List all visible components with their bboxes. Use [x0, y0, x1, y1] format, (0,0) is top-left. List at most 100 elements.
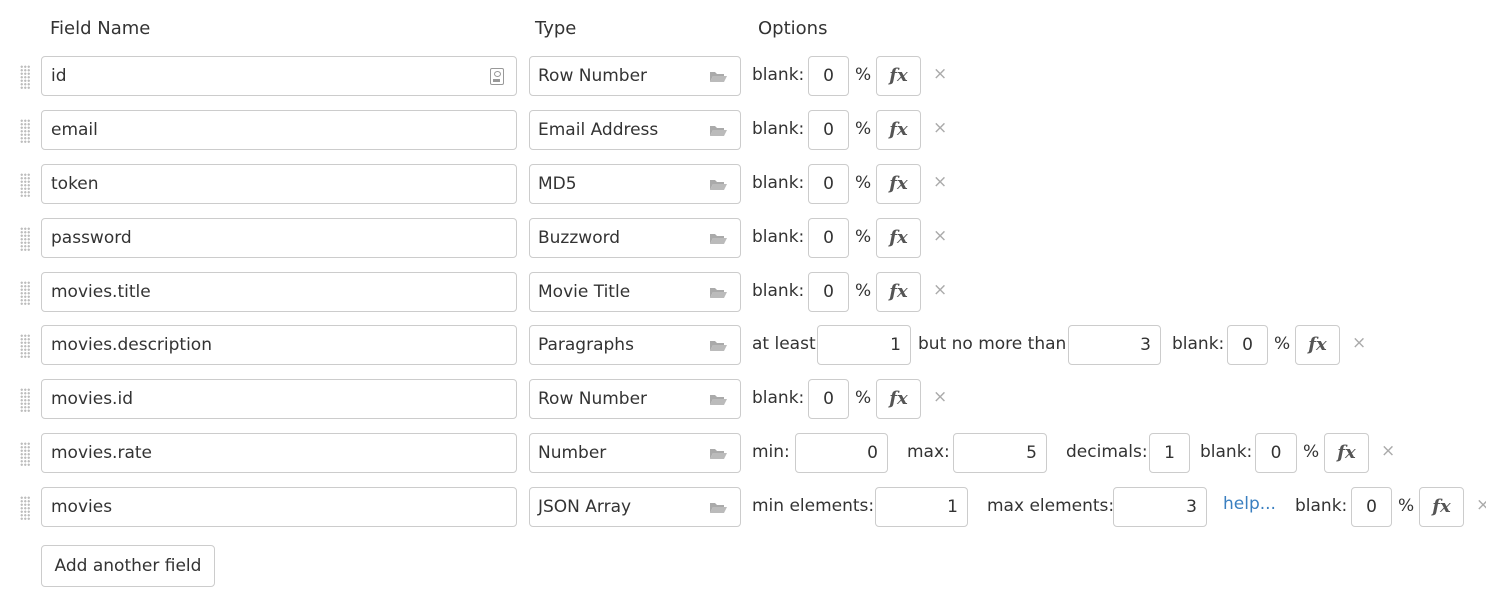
blank-input[interactable]: 0 — [808, 56, 849, 96]
type-picker[interactable]: Row Number — [529, 56, 741, 96]
drag-handle-icon[interactable] — [20, 227, 31, 251]
drag-handle-icon[interactable] — [20, 281, 31, 305]
drag-handle-icon[interactable] — [20, 442, 31, 466]
percent-sign: % — [855, 173, 872, 193]
drag-handle-icon[interactable] — [20, 496, 31, 520]
header-field-name: Field Name — [50, 18, 151, 39]
percent-sign: % — [1303, 442, 1320, 462]
type-picker[interactable]: Email Address — [529, 110, 741, 150]
type-picker[interactable]: Buzzword — [529, 218, 741, 258]
percent-sign: % — [855, 119, 872, 139]
blank-label: blank: — [1295, 496, 1348, 516]
max-input[interactable]: 5 — [953, 433, 1047, 473]
percent-sign: % — [855, 388, 872, 408]
formula-button[interactable]: fx — [876, 164, 921, 204]
field-name-input[interactable]: movies.rate — [41, 433, 517, 473]
blank-input[interactable]: 0 — [808, 110, 849, 150]
remove-field-icon[interactable]: × — [933, 64, 947, 84]
formula-button[interactable]: fx — [1295, 325, 1340, 365]
field-name-input[interactable]: password — [41, 218, 517, 258]
field-row: movies.id Row Number blank: 0 % fx × — [0, 379, 1486, 423]
percent-sign: % — [855, 65, 872, 85]
percent-sign: % — [1398, 496, 1415, 516]
formula-button[interactable]: fx — [876, 218, 921, 258]
blank-label: blank: — [752, 281, 805, 301]
blank-input[interactable]: 0 — [808, 164, 849, 204]
drag-handle-icon[interactable] — [20, 119, 31, 143]
remove-field-icon[interactable]: × — [1352, 333, 1366, 353]
remove-field-icon[interactable]: × — [933, 387, 947, 407]
field-row: password Buzzword blank: 0 % fx × — [0, 218, 1486, 262]
blank-input[interactable]: 0 — [1255, 433, 1297, 473]
min-elements-input[interactable]: 1 — [875, 487, 968, 527]
no-more-than-input[interactable]: 3 — [1068, 325, 1161, 365]
blank-label: blank: — [1200, 442, 1253, 462]
min-input[interactable]: 0 — [795, 433, 888, 473]
field-name-input[interactable]: movies.title — [41, 272, 517, 312]
field-row: movies.title Movie Title blank: 0 % fx × — [0, 272, 1486, 316]
contact-card-icon[interactable] — [490, 68, 504, 85]
remove-field-icon[interactable]: × — [1476, 495, 1486, 515]
remove-field-icon[interactable]: × — [933, 280, 947, 300]
remove-field-icon[interactable]: × — [933, 172, 947, 192]
drag-handle-icon[interactable] — [20, 334, 31, 358]
remove-field-icon[interactable]: × — [1381, 441, 1395, 461]
type-picker[interactable]: Movie Title — [529, 272, 741, 312]
add-another-field-button[interactable]: Add another field — [41, 545, 215, 587]
folder-open-icon — [709, 179, 728, 191]
drag-handle-icon[interactable] — [20, 388, 31, 412]
folder-open-icon — [709, 71, 728, 83]
blank-label: blank: — [752, 173, 805, 193]
folder-open-icon — [709, 394, 728, 406]
at-least-input[interactable]: 1 — [817, 325, 911, 365]
percent-sign: % — [1274, 334, 1291, 354]
blank-input[interactable]: 0 — [808, 218, 849, 258]
percent-sign: % — [855, 227, 872, 247]
type-picker[interactable]: Number — [529, 433, 741, 473]
field-name-input[interactable]: id — [41, 56, 517, 96]
remove-field-icon[interactable]: × — [933, 226, 947, 246]
drag-handle-icon[interactable] — [20, 173, 31, 197]
blank-label: blank: — [752, 227, 805, 247]
field-name-input[interactable]: movies.description — [41, 325, 517, 365]
max-label: max: — [907, 442, 950, 462]
blank-input[interactable]: 0 — [1351, 487, 1392, 527]
type-picker[interactable]: JSON Array — [529, 487, 741, 527]
blank-input[interactable]: 0 — [808, 379, 849, 419]
remove-field-icon[interactable]: × — [933, 118, 947, 138]
blank-label: blank: — [752, 388, 805, 408]
type-picker[interactable]: Row Number — [529, 379, 741, 419]
field-name-input[interactable]: email — [41, 110, 517, 150]
field-row: email Email Address blank: 0 % fx × — [0, 110, 1486, 154]
field-name-input[interactable]: movies — [41, 487, 517, 527]
blank-label: blank: — [1172, 334, 1225, 354]
blank-input[interactable]: 0 — [808, 272, 849, 312]
max-elements-input[interactable]: 3 — [1113, 487, 1207, 527]
drag-handle-icon[interactable] — [20, 65, 31, 89]
formula-button[interactable]: fx — [876, 110, 921, 150]
folder-open-icon — [709, 125, 728, 137]
percent-sign: % — [855, 281, 872, 301]
formula-button[interactable]: fx — [876, 379, 921, 419]
type-picker[interactable]: MD5 — [529, 164, 741, 204]
header-options: Options — [758, 18, 828, 39]
formula-button[interactable]: fx — [1324, 433, 1369, 473]
field-row: id Row Number blank: 0 % fx × — [0, 56, 1486, 100]
type-picker[interactable]: Paragraphs — [529, 325, 741, 365]
field-row: movies JSON Array min elements: 1 max el… — [0, 487, 1486, 531]
blank-label: blank: — [752, 65, 805, 85]
blank-input[interactable]: 0 — [1227, 325, 1268, 365]
help-link[interactable]: help... — [1223, 494, 1276, 514]
field-row: movies.description Paragraphs at least 1… — [0, 325, 1486, 369]
field-name-input[interactable]: token — [41, 164, 517, 204]
no-more-than-label: but no more than — [918, 334, 1067, 354]
formula-button[interactable]: fx — [876, 56, 921, 96]
folder-open-icon — [709, 287, 728, 299]
field-row: token MD5 blank: 0 % fx × — [0, 164, 1486, 208]
folder-open-icon — [709, 502, 728, 514]
field-name-input[interactable]: movies.id — [41, 379, 517, 419]
formula-button[interactable]: fx — [1419, 487, 1464, 527]
at-least-label: at least — [752, 334, 816, 354]
formula-button[interactable]: fx — [876, 272, 921, 312]
decimals-input[interactable]: 1 — [1149, 433, 1190, 473]
